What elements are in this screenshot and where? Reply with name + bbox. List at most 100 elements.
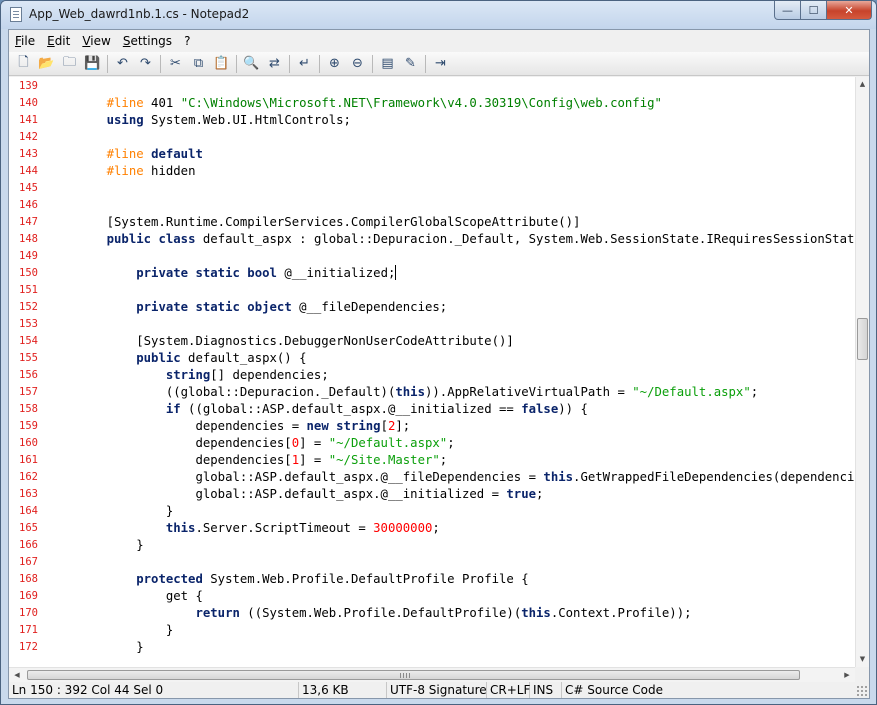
menu-view[interactable]: View [76, 31, 116, 51]
code-line[interactable]: 156 string[] dependencies; [9, 367, 855, 384]
code-line[interactable]: 150 private static bool @__initialized; [9, 265, 855, 282]
code-line[interactable]: 162 global::ASP.default_aspx.@__fileDepe… [9, 469, 855, 486]
redo-icon[interactable]: ↷ [134, 53, 157, 75]
line-text[interactable]: [System.Diagnostics.DebuggerNonUserCodeA… [77, 333, 514, 350]
code-line[interactable]: 166 } [9, 537, 855, 554]
code-line[interactable]: 160 dependencies[0] = "~/Default.aspx"; [9, 435, 855, 452]
line-text[interactable]: if ((global::ASP.default_aspx.@__initial… [77, 401, 588, 418]
line-text[interactable]: this.Server.ScriptTimeout = 30000000; [77, 520, 440, 537]
close-button[interactable]: ✕ [827, 1, 872, 20]
code-line[interactable]: 163 global::ASP.default_aspx.@__initiali… [9, 486, 855, 503]
exit-icon[interactable]: ⇥ [429, 53, 452, 75]
word-wrap-icon[interactable]: ↵ [293, 53, 316, 75]
notepad-app-icon[interactable] [10, 7, 22, 22]
line-text[interactable]: string[] dependencies; [77, 367, 329, 384]
line-text[interactable]: protected System.Web.Profile.DefaultProf… [77, 571, 528, 588]
line-text[interactable]: global::ASP.default_aspx.@__initialized … [77, 486, 543, 503]
maximize-button[interactable]: ☐ [801, 1, 827, 20]
line-text[interactable]: #line hidden [77, 163, 196, 180]
code-line[interactable]: 146 [9, 197, 855, 214]
line-text[interactable]: private static object @__fileDependencie… [77, 299, 447, 316]
code-line[interactable]: 155 public default_aspx() { [9, 350, 855, 367]
line-text[interactable]: #line 401 "C:\Windows\Microsoft.NET\Fram… [77, 95, 662, 112]
code-line[interactable]: 172 } [9, 639, 855, 656]
code-line[interactable]: 171 } [9, 622, 855, 639]
size-grip[interactable] [856, 685, 868, 697]
code-area[interactable]: 139 140 #line 401 "C:\Windows\Microsoft.N… [9, 77, 855, 667]
code-line[interactable]: 143 #line default [9, 146, 855, 163]
find-icon[interactable]: 🔍 [240, 53, 263, 75]
line-text[interactable]: } [77, 503, 173, 520]
code-line[interactable]: 148 public class default_aspx : global::… [9, 231, 855, 248]
vertical-scroll-thumb[interactable] [857, 318, 868, 360]
minimize-button[interactable]: — [774, 1, 801, 20]
line-text[interactable]: return ((System.Web.Profile.DefaultProfi… [77, 605, 691, 622]
code-line[interactable]: 158 if ((global::ASP.default_aspx.@__ini… [9, 401, 855, 418]
scroll-right-icon[interactable]: ▶ [840, 668, 854, 682]
zoom-in-icon[interactable]: ⊕ [323, 53, 346, 75]
status-insert-mode[interactable]: INS [530, 682, 562, 698]
browse-icon[interactable]: 🗀 [58, 53, 81, 75]
scroll-left-icon[interactable]: ◀ [10, 668, 24, 682]
code-line[interactable]: 141 using System.Web.UI.HtmlControls; [9, 112, 855, 129]
code-line[interactable]: 154 [System.Diagnostics.DebuggerNonUserC… [9, 333, 855, 350]
code-line[interactable]: 149 [9, 248, 855, 265]
line-text[interactable]: } [77, 537, 143, 554]
customize-scheme-icon[interactable]: ✎ [399, 53, 422, 75]
code-line[interactable]: 151 [9, 282, 855, 299]
code-line[interactable]: 170 return ((System.Web.Profile.DefaultP… [9, 605, 855, 622]
code-line[interactable]: 152 private static object @__fileDepende… [9, 299, 855, 316]
undo-icon[interactable]: ↶ [111, 53, 134, 75]
code-line[interactable]: 159 dependencies = new string[2]; [9, 418, 855, 435]
line-text[interactable]: #line default [77, 146, 203, 163]
status-encoding[interactable]: UTF-8 Signature [387, 682, 487, 698]
menu-edit[interactable]: Edit [41, 31, 76, 51]
line-text[interactable]: dependencies[1] = "~/Site.Master"; [77, 452, 447, 469]
code-line[interactable]: 153 [9, 316, 855, 333]
line-text[interactable]: [System.Runtime.CompilerServices.Compile… [77, 214, 581, 231]
code-line[interactable]: 157 ((global::Depuracion._Default)(this)… [9, 384, 855, 401]
code-line[interactable]: 140 #line 401 "C:\Windows\Microsoft.NET\… [9, 95, 855, 112]
line-text[interactable]: public default_aspx() { [77, 350, 306, 367]
code-line[interactable]: 164 } [9, 503, 855, 520]
code-line[interactable]: 169 get { [9, 588, 855, 605]
code-line[interactable]: 144 #line hidden [9, 163, 855, 180]
save-icon[interactable]: 💾 [81, 53, 104, 75]
code-line[interactable]: 139 [9, 78, 855, 95]
cut-icon[interactable]: ✂ [164, 53, 187, 75]
paste-icon[interactable]: 📋 [210, 53, 233, 75]
line-text[interactable]: } [77, 639, 143, 656]
new-file-icon[interactable]: 🗋 [12, 53, 35, 75]
line-text[interactable]: } [77, 622, 173, 639]
code-line[interactable]: 161 dependencies[1] = "~/Site.Master"; [9, 452, 855, 469]
line-text[interactable]: public class default_aspx : global::Depu… [77, 231, 855, 248]
menu-file[interactable]: File [9, 31, 41, 51]
line-text[interactable]: dependencies = new string[2]; [77, 418, 410, 435]
code-line[interactable]: 142 [9, 129, 855, 146]
line-text[interactable]: ((global::Depuracion._Default)(this)).Ap… [77, 384, 758, 401]
menu-settings[interactable]: Settings [117, 31, 178, 51]
line-text[interactable]: global::ASP.default_aspx.@__fileDependen… [77, 469, 855, 486]
horizontal-scroll-thumb[interactable] [27, 670, 800, 680]
zoom-out-icon[interactable]: ⊖ [346, 53, 369, 75]
status-line-endings[interactable]: CR+LF [487, 682, 530, 698]
copy-icon[interactable]: ⧉ [187, 53, 210, 75]
code-line[interactable]: 145 [9, 180, 855, 197]
replace-icon[interactable]: ⇄ [263, 53, 286, 75]
open-file-icon[interactable]: 📂 [35, 53, 58, 75]
line-text[interactable]: private static bool @__initialized; [77, 265, 397, 282]
line-text[interactable]: get { [77, 588, 203, 605]
code-line[interactable]: 165 this.Server.ScriptTimeout = 30000000… [9, 520, 855, 537]
code-line[interactable]: 168 protected System.Web.Profile.Default… [9, 571, 855, 588]
editor[interactable]: 139 140 #line 401 "C:\Windows\Microsoft.N… [9, 77, 869, 682]
horizontal-scrollbar[interactable]: ◀ ▶ [9, 667, 855, 682]
status-lexer[interactable]: C# Source Code [562, 682, 682, 698]
scheme-icon[interactable]: ▤ [376, 53, 399, 75]
scroll-up-icon[interactable]: ▲ [856, 77, 869, 91]
menu-help[interactable]: ? [178, 31, 196, 51]
scroll-down-icon[interactable]: ▼ [856, 652, 869, 666]
line-text[interactable]: dependencies[0] = "~/Default.aspx"; [77, 435, 454, 452]
code-line[interactable]: 167 [9, 554, 855, 571]
code-line[interactable]: 147 [System.Runtime.CompilerServices.Com… [9, 214, 855, 231]
vertical-scrollbar[interactable]: ▲ ▼ [855, 77, 869, 667]
